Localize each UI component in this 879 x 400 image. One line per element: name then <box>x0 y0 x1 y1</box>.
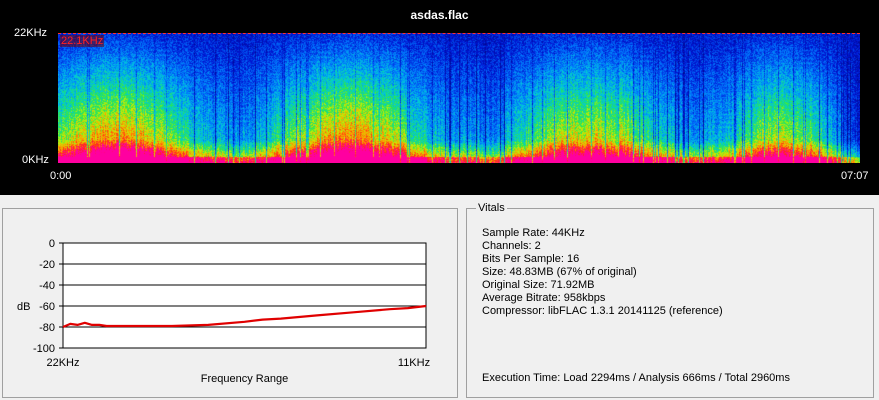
spectrogram-y-bottom-label: 0KHz <box>22 154 49 166</box>
spectrogram-y-top-label: 22KHz <box>14 27 48 39</box>
y-axis-label: dB <box>17 301 30 313</box>
y-tick-label: -40 <box>39 280 55 292</box>
vitals-legend: Vitals <box>476 202 507 214</box>
spectrogram-x-start-label: 0:00 <box>50 170 72 182</box>
x-axis-label: Frequency Range <box>201 373 288 385</box>
y-tick-label: -80 <box>39 322 55 334</box>
compressor-text: Compressor: libFLAC 1.3.1 20141125 (refe… <box>482 305 723 317</box>
sample-rate-text: Sample Rate: 44KHz <box>482 227 585 239</box>
cutoff-label: 22.1KHz <box>60 35 105 47</box>
size-text: Size: 48.83MB (67% of original) <box>482 266 637 278</box>
plot-area <box>62 242 427 349</box>
spectrogram-panel: asdas.flac 22KHz 0KHz 0:00 07:07 22.1KHz <box>0 0 879 195</box>
x-end-label: 11KHz <box>398 357 430 369</box>
x-start-label: 22KHz <box>46 357 79 369</box>
vitals-group: Vitals Sample Rate: 44KHz Channels: 2 Bi… <box>466 202 874 398</box>
frequency-graph: 0 -20 -40 -60 -80 -100 dB 22KHz 11KHz Frequency R… <box>17 238 430 385</box>
bits-per-sample-text: Bits Per Sample: 16 <box>482 253 580 265</box>
y-tick-label: -60 <box>39 301 55 313</box>
spectrogram-x-end-label: 07:07 <box>841 170 869 182</box>
cutoff-line <box>58 33 860 34</box>
y-tick-label: -20 <box>39 259 55 271</box>
y-tick-label: 0 <box>49 238 55 250</box>
y-tick-label: -100 <box>33 343 55 355</box>
file-title: asdas.flac <box>410 8 469 22</box>
spectrogram-image <box>58 33 860 163</box>
channels-text: Channels: 2 <box>482 240 541 252</box>
frequency-graph-panel: 0 -20 -40 -60 -80 -100 dB 22KHz 11KHz Frequency R… <box>2 208 458 398</box>
execution-time-text: Execution Time: Load 2294ms / Analysis 6… <box>482 372 790 384</box>
average-bitrate-text: Average Bitrate: 958kbps <box>482 292 606 304</box>
original-size-text: Original Size: 71.92MB <box>482 279 595 291</box>
